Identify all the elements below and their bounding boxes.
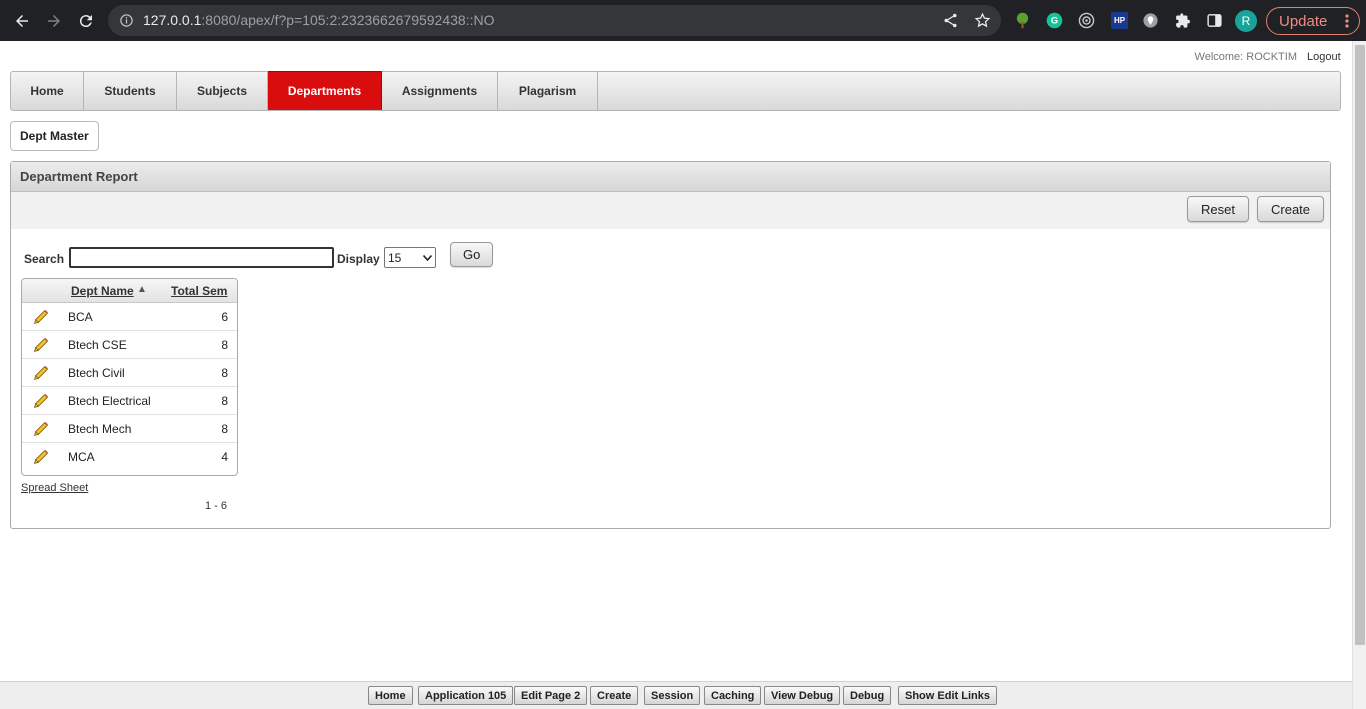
table-body: BCA 6 Btech CSE 8 Btech Civil 8 Btech Electric… bbox=[22, 303, 237, 471]
url-text: 127.0.0.1:8080/apex/f?p=105:2:2323662679… bbox=[143, 12, 495, 28]
edit-pencil-icon[interactable] bbox=[32, 420, 50, 438]
total-sem-cell: 6 bbox=[221, 310, 228, 324]
dept-name-cell: Btech Mech bbox=[68, 422, 132, 436]
dev-caching-button[interactable]: Caching bbox=[704, 686, 762, 705]
table-header: Dept Name ▲ Total Sem bbox=[22, 279, 237, 303]
edit-pencil-icon[interactable] bbox=[32, 308, 50, 326]
edit-pencil-icon[interactable] bbox=[32, 336, 50, 354]
total-sem-cell: 8 bbox=[221, 366, 228, 380]
column-header-total-sem[interactable]: Total Sem bbox=[171, 284, 227, 298]
edit-pencil-icon[interactable] bbox=[32, 392, 50, 410]
profile-avatar[interactable]: R bbox=[1235, 10, 1257, 32]
dev-home-button[interactable]: Home bbox=[368, 686, 413, 705]
forward-icon[interactable] bbox=[42, 9, 66, 33]
target-extension-icon[interactable] bbox=[1078, 12, 1095, 29]
chevron-down-icon bbox=[423, 254, 432, 261]
total-sem-cell: 8 bbox=[221, 422, 228, 436]
total-sem-cell: 8 bbox=[221, 338, 228, 352]
update-button[interactable]: Update bbox=[1266, 7, 1360, 35]
address-bar[interactable]: 127.0.0.1:8080/apex/f?p=105:2:2323662679… bbox=[108, 5, 1001, 36]
create-button[interactable]: Create bbox=[1257, 196, 1325, 222]
welcome-text: Welcome: ROCKTIM bbox=[1194, 51, 1297, 63]
tab-departments[interactable]: Departments bbox=[268, 71, 382, 110]
side-panel-icon[interactable] bbox=[1206, 12, 1223, 29]
tree-extension-icon[interactable] bbox=[1014, 12, 1031, 29]
total-sem-cell: 4 bbox=[221, 450, 228, 464]
tab-assignments[interactable]: Assignments bbox=[382, 72, 498, 110]
dev-show-edit-links-button[interactable]: Show Edit Links bbox=[898, 686, 997, 705]
table-row: MCA 4 bbox=[22, 443, 237, 471]
pagination-text: 1 - 6 bbox=[205, 500, 228, 512]
location-extension-icon[interactable] bbox=[1142, 12, 1159, 29]
sort-ascending-icon: ▲ bbox=[137, 284, 147, 295]
tab-home[interactable]: Home bbox=[11, 72, 84, 110]
dev-edit-page-button[interactable]: Edit Page 2 bbox=[514, 686, 588, 705]
dept-name-cell: MCA bbox=[68, 450, 95, 464]
main-tab-bar: Home Students Subjects Departments Assig… bbox=[10, 71, 1341, 111]
total-sem-cell: 8 bbox=[221, 394, 228, 408]
dept-name-cell: Btech Civil bbox=[68, 366, 125, 380]
region-button-bar: Reset Create bbox=[11, 192, 1330, 229]
developer-toolbar: Home Application 105 Edit Page 2 Create … bbox=[0, 681, 1352, 709]
table-row: Btech Mech 8 bbox=[22, 415, 237, 443]
dev-view-debug-button[interactable]: View Debug bbox=[764, 686, 841, 705]
share-icon[interactable] bbox=[942, 12, 959, 29]
page-scrollbar[interactable] bbox=[1352, 41, 1366, 709]
reload-icon[interactable] bbox=[74, 9, 98, 33]
dept-name-cell: Btech CSE bbox=[68, 338, 127, 352]
browser-toolbar: 127.0.0.1:8080/apex/f?p=105:2:2323662679… bbox=[0, 0, 1366, 41]
tab-plagarism[interactable]: Plagarism bbox=[498, 72, 598, 110]
go-button[interactable]: Go bbox=[450, 242, 494, 267]
logout-link[interactable]: Logout bbox=[1307, 51, 1341, 63]
reset-button[interactable]: Reset bbox=[1187, 196, 1249, 222]
department-report-region: Department Report Reset Create Search Di… bbox=[10, 161, 1331, 529]
hp-extension-icon[interactable]: HP bbox=[1111, 12, 1128, 29]
table-row: Btech Civil 8 bbox=[22, 359, 237, 387]
edit-pencil-icon[interactable] bbox=[32, 448, 50, 466]
dept-name-cell: Btech Electrical bbox=[68, 394, 151, 408]
grammarly-icon[interactable]: G bbox=[1046, 12, 1063, 29]
dev-application-button[interactable]: Application 105 bbox=[418, 686, 514, 705]
spreadsheet-link[interactable]: Spread Sheet bbox=[21, 482, 88, 494]
display-rows-select[interactable]: 15 bbox=[384, 247, 436, 268]
column-header-dept-name[interactable]: Dept Name bbox=[71, 284, 134, 298]
search-input[interactable] bbox=[69, 247, 334, 268]
dev-create-button[interactable]: Create bbox=[590, 686, 639, 705]
site-info-icon[interactable] bbox=[119, 13, 134, 28]
table-row: BCA 6 bbox=[22, 303, 237, 331]
region-title: Department Report bbox=[11, 162, 1330, 192]
search-label: Search bbox=[24, 252, 65, 266]
edit-pencil-icon[interactable] bbox=[32, 364, 50, 382]
extensions-puzzle-icon[interactable] bbox=[1174, 12, 1191, 29]
dept-name-cell: BCA bbox=[68, 310, 93, 324]
display-label: Display bbox=[337, 252, 380, 266]
scrollbar-thumb[interactable] bbox=[1355, 45, 1365, 645]
table-row: Btech Electrical 8 bbox=[22, 387, 237, 415]
subtab-dept-master[interactable]: Dept Master bbox=[10, 121, 99, 151]
department-table: Dept Name ▲ Total Sem BCA 6 Btech CSE 8 Btec… bbox=[21, 278, 238, 476]
bookmark-star-icon[interactable] bbox=[974, 12, 991, 29]
dev-session-button[interactable]: Session bbox=[644, 686, 701, 705]
dev-debug-button[interactable]: Debug bbox=[843, 686, 892, 705]
tab-subjects[interactable]: Subjects bbox=[177, 72, 268, 110]
more-menu-icon[interactable] bbox=[1345, 14, 1349, 28]
svg-text:G: G bbox=[1051, 16, 1058, 26]
tab-students[interactable]: Students bbox=[84, 72, 177, 110]
back-icon[interactable] bbox=[10, 9, 34, 33]
table-row: Btech CSE 8 bbox=[22, 331, 237, 359]
